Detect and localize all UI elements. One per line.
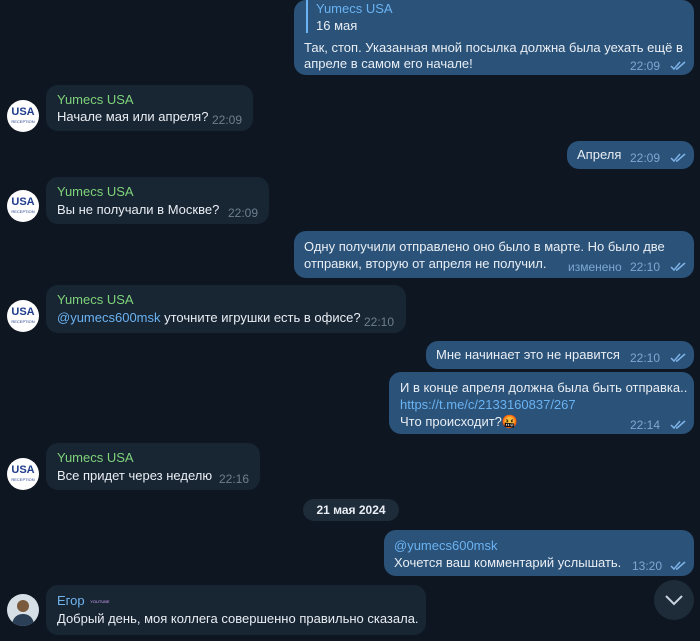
edited-label: изменено (568, 260, 622, 274)
incoming-message[interactable]: Егор YOUTUBE Добрый день, моя коллега со… (46, 585, 426, 635)
outgoing-message[interactable]: @yumecs600msk Хочется ваш комментарий ус… (384, 530, 694, 576)
message-text: Так, стоп. Указанная мной посылка должна… (304, 40, 683, 55)
sender-name[interactable]: Yumecs USA (57, 184, 134, 199)
message-text: отправки, вторую от апреля не получил. (304, 256, 547, 271)
avatar-logo: USA (11, 106, 35, 118)
incoming-message[interactable]: Yumecs USA @yumecs600msk уточните игрушк… (46, 285, 406, 333)
outgoing-message[interactable]: Одну получили отправлено оно было в март… (294, 231, 694, 278)
sender-name[interactable]: Yumecs USA (57, 450, 134, 465)
avatar-sublabel: RECEPTION (11, 319, 35, 324)
reply-sender: Yumecs USA (316, 1, 393, 16)
avatar[interactable]: USA RECEPTION (7, 300, 39, 332)
message-body: уточните игрушки есть в офисе? (160, 310, 361, 325)
message-time: 22:09 (228, 206, 259, 220)
message-time: 22:10 (364, 315, 395, 329)
incoming-message[interactable]: Yumecs USA Все придет через неделю 22:16 (46, 443, 260, 490)
double-check-icon (670, 353, 686, 363)
message-body: Что происходит? (400, 414, 502, 429)
avatar-sublabel: RECEPTION (11, 477, 35, 482)
avatar[interactable]: USA RECEPTION (7, 190, 39, 222)
avatar-sublabel: RECEPTION (11, 119, 35, 124)
sender-name[interactable]: Егор (57, 593, 85, 608)
double-check-icon (670, 561, 686, 571)
message-text: И в конце апреля должна была быть отправ… (400, 380, 688, 395)
message-text: Хочется ваш комментарий услышать. (394, 555, 622, 570)
avatar-logo: USA (11, 306, 35, 318)
mention-link[interactable]: @yumecs600msk (394, 538, 498, 553)
message-text: Вы не получали в Москве? (57, 202, 220, 217)
sender-name[interactable]: Yumecs USA (57, 92, 134, 107)
message-time: 22:16 (219, 472, 250, 486)
scroll-down-button[interactable] (654, 580, 694, 620)
message-link[interactable]: https://t.me/c/2133160837/267 (400, 397, 576, 412)
avatar-logo: USA (11, 464, 35, 476)
message-text: апреле в самом его начале! (304, 56, 473, 71)
message-text: Мне начинает это не нравится (436, 347, 620, 362)
avatar-sublabel: RECEPTION (11, 209, 35, 214)
message-time: 22:09 (630, 151, 661, 165)
angry-emoji: 🤬 (501, 414, 519, 429)
message-time: 22:14 (630, 418, 661, 432)
avatar[interactable]: USA RECEPTION (7, 100, 39, 132)
outgoing-message[interactable]: Мне начинает это не нравится 22:10 (426, 341, 694, 369)
message-time: 13:20 (632, 559, 663, 573)
outgoing-message[interactable]: Yumecs USA 16 мая Так, стоп. Указанная м… (294, 0, 694, 75)
message-time: 22:10 (630, 351, 661, 365)
message-text: Добрый день, моя коллега совершенно прав… (57, 611, 419, 626)
sender-name[interactable]: Yumecs USA (57, 292, 134, 307)
message-text: Апреля (577, 147, 622, 162)
person-icon (12, 600, 34, 626)
reply-preview[interactable]: Yumecs USA 16 мая (306, 0, 393, 33)
double-check-icon (670, 153, 686, 163)
outgoing-message[interactable]: Апреля 22:09 (567, 141, 694, 169)
reply-text: 16 мая (316, 18, 358, 33)
message-text: Одну получили отправлено оно было в март… (304, 239, 665, 254)
sender-row: Егор YOUTUBE (57, 593, 110, 608)
chevron-down-icon (665, 595, 683, 606)
avatar[interactable]: USA RECEPTION (7, 458, 39, 490)
incoming-message[interactable]: Yumecs USA Вы не получали в Москве? 22:0… (46, 177, 269, 224)
message-text: Что происходит?🤬 (400, 414, 518, 430)
double-check-icon (670, 420, 686, 430)
message-time: 22:10 (630, 260, 661, 274)
mention-link[interactable]: @yumecs600msk (57, 310, 161, 325)
message-time: 22:09 (212, 113, 243, 127)
message-text: Все придет через неделю (57, 468, 213, 483)
message-text: @yumecs600msk уточните игрушки есть в оф… (57, 310, 361, 325)
sender-badge: YOUTUBE (90, 599, 110, 605)
avatar[interactable] (7, 594, 39, 626)
message-text: Начале мая или апреля? (57, 109, 209, 124)
incoming-message[interactable]: Yumecs USA Начале мая или апреля? 22:09 (46, 85, 253, 131)
double-check-icon (670, 262, 686, 272)
double-check-icon (670, 61, 686, 71)
date-separator: 21 мая 2024 (303, 499, 399, 521)
outgoing-message[interactable]: И в конце апреля должна была быть отправ… (389, 372, 694, 434)
message-time: 22:09 (630, 59, 661, 73)
avatar-logo: USA (11, 196, 35, 208)
